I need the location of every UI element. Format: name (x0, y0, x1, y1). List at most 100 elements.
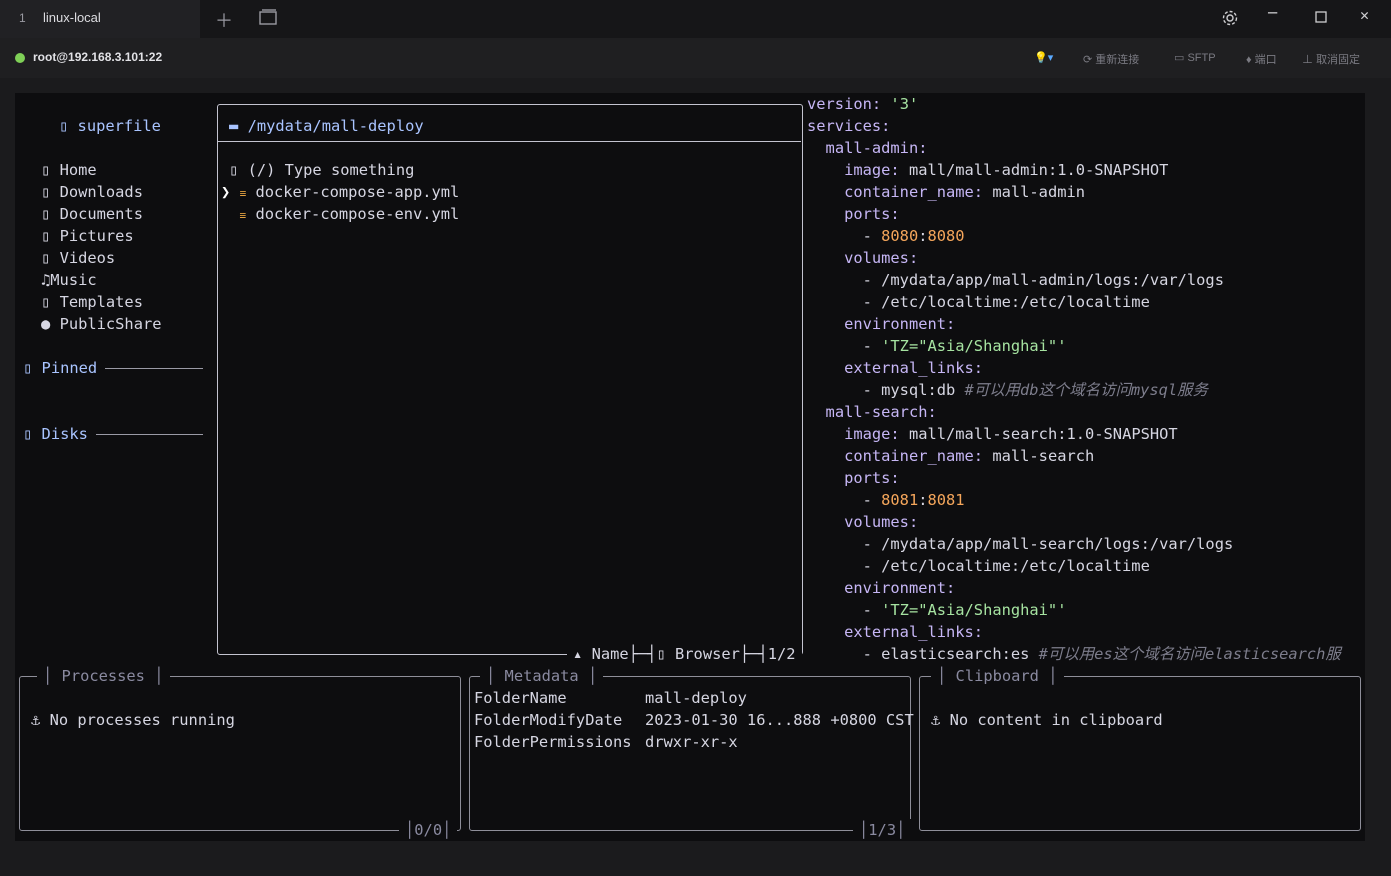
preview-line: version: '3' (807, 95, 919, 113)
metadata-value: 2023-01-30 16...888 +0800 CST (645, 711, 914, 729)
sidebar-item-pictures[interactable]: ▯ Pictures (41, 225, 134, 247)
metadata-key: FolderModifyDate (474, 711, 623, 729)
tab-bar: 1 linux-local ＋ ─ ✕ (0, 0, 1391, 38)
metadata-key: FolderPermissions (474, 733, 632, 751)
minimize-icon[interactable]: ─ (1268, 4, 1277, 22)
window-list-icon[interactable] (259, 9, 277, 30)
file-count: 1/2 (767, 645, 796, 663)
bulb-icon[interactable]: 💡▾ (1034, 51, 1053, 64)
music-icon: ♫ (41, 271, 51, 289)
yaml-file-icon: ≡ (239, 209, 247, 222)
tab-linux-local[interactable]: 1 linux-local (0, 0, 200, 38)
tab-number: 1 (19, 11, 26, 25)
reconnect-label: 重新连接 (1095, 54, 1140, 66)
search-input[interactable]: ▯ (/) Type something (229, 159, 414, 181)
preview-line: - 'TZ="Asia/Shanghai"' (807, 601, 1067, 619)
anchor-icon: ⚓ (31, 711, 41, 729)
preview-line: - 'TZ="Asia/Shanghai"' (807, 337, 1067, 355)
unpin-label: 取消固定 (1316, 54, 1361, 66)
preview-line: ports: (844, 469, 900, 487)
disks-header: ▯ Disks (23, 425, 88, 443)
maximize-icon[interactable] (1315, 9, 1327, 27)
preview-line: - 8081:8081 (807, 491, 965, 509)
file-row-selected[interactable]: ❯ ≡ docker-compose-app.yml (221, 181, 459, 205)
reconnect-button[interactable]: ⟳ 重新连接 (1083, 51, 1139, 67)
file-panel-divider (218, 141, 801, 142)
metadata-count: │1/3│ (853, 819, 912, 841)
folder-icon: ▯ (41, 205, 51, 223)
preview-line: mall-search: (825, 403, 937, 421)
preview-line: - /mydata/app/mall-admin/logs:/var/logs (807, 271, 1224, 289)
preview-line: external_links: (844, 623, 984, 641)
preview-line: - elasticsearch:es #可以用es这个域名访问elasticse… (807, 645, 1341, 663)
metadata-key: FolderName (474, 689, 567, 707)
preview-line: - /mydata/app/mall-search/logs:/var/logs (807, 535, 1234, 553)
preview-line: environment: (844, 315, 956, 333)
preview-line: container_name: mall-search (844, 447, 1095, 465)
close-icon[interactable]: ✕ (1360, 6, 1369, 24)
pinned-header: ▯ Pinned (23, 359, 98, 377)
preview-line: image: mall/mall-search:1.0-SNAPSHOT (844, 425, 1178, 443)
sidebar-item-documents[interactable]: ▯ Documents (41, 203, 143, 225)
terminal[interactable]: ▯ superfile ▯ Home ▯ Downloads ▯ Documen… (15, 93, 1365, 841)
file-panel-footer: ▴ Name├─┤▯ Browser├─┤1/2 (567, 643, 802, 665)
disks-divider (96, 434, 203, 435)
folder-icon: ▯ (41, 227, 51, 245)
preview-line: services: (807, 117, 891, 135)
preview-line: volumes: (844, 513, 919, 531)
preview-line: image: mall/mall-admin:1.0-SNAPSHOT (844, 161, 1169, 179)
yaml-file-icon: ≡ (239, 187, 247, 200)
unpin-button[interactable]: ⊥ 取消固定 (1302, 51, 1360, 67)
sidebar-item-templates[interactable]: ▯ Templates (41, 291, 143, 313)
processes-empty: ⚓ No processes running (31, 711, 235, 729)
sidebar-item-music[interactable]: ♫Music (41, 269, 97, 291)
folder-icon: ▯ (41, 293, 51, 311)
port-label: 端口 (1254, 54, 1277, 66)
file-panel-path: ▬ /mydata/mall-deploy (229, 117, 424, 135)
sidebar-item-downloads[interactable]: ▯ Downloads (41, 181, 143, 203)
sort-arrow-icon: ▴ (573, 645, 583, 663)
preview-line: - mysql:db #可以用db这个域名访问mysql服务 (807, 381, 1208, 399)
search-icon: ▯ (229, 161, 239, 179)
clipboard-empty: ⚓ No content in clipboard (931, 711, 1163, 729)
folder-icon: ▯ (41, 183, 51, 201)
sidebar-item-publicshare[interactable]: ● PublicShare (41, 313, 162, 335)
metadata-value: drwxr-xr-x (645, 733, 738, 751)
processes-title: │ Processes │ (37, 665, 170, 687)
globe-icon: ● (41, 315, 51, 333)
folder-icon: ▯ (41, 249, 51, 267)
sort-label[interactable]: Name (592, 645, 629, 663)
cursor-chevron-icon: ❯ (221, 183, 231, 201)
metadata-title: │ Metadata │ (480, 665, 604, 687)
connection-status-dot (15, 53, 25, 63)
sidebar-item-home[interactable]: ▯ Home (41, 159, 97, 181)
settings-gear-icon[interactable] (1221, 9, 1239, 31)
sidebar-title-text: superfile (77, 117, 161, 135)
preview-line: environment: (844, 579, 956, 597)
preview-line: mall-admin: (825, 139, 928, 157)
clipboard-panel (919, 676, 1361, 831)
tab-label: linux-local (43, 10, 101, 25)
anchor-icon: ⚓ (931, 711, 941, 729)
preview-line: - /etc/localtime:/etc/localtime (807, 557, 1150, 575)
port-button[interactable]: ♦ 端口 (1246, 51, 1277, 67)
sftp-label: SFTP (1187, 52, 1216, 64)
folder-icon: ▯ (41, 161, 51, 179)
metadata-value: mall-deploy (645, 689, 747, 707)
file-row[interactable]: ≡ docker-compose-env.yml (221, 203, 460, 227)
processes-count: │0/0│ (399, 819, 458, 841)
sftp-button[interactable]: ▭ SFTP (1174, 51, 1216, 64)
mode-label[interactable]: Browser (675, 645, 740, 663)
pinned-divider (105, 368, 203, 369)
clipboard-title: │ Clipboard │ (931, 665, 1064, 687)
preview-line: volumes: (844, 249, 919, 267)
preview-line: - 8080:8080 (807, 227, 965, 245)
preview-line: ports: (844, 205, 900, 223)
new-tab-icon[interactable]: ＋ (215, 7, 233, 33)
preview-line: external_links: (844, 359, 984, 377)
preview-line: - /etc/localtime:/etc/localtime (807, 293, 1150, 311)
folder-open-icon: ▬ (229, 117, 239, 135)
sidebar-title: ▯ superfile (59, 117, 161, 135)
processes-panel (19, 676, 461, 831)
sidebar-item-videos[interactable]: ▯ Videos (41, 247, 115, 269)
